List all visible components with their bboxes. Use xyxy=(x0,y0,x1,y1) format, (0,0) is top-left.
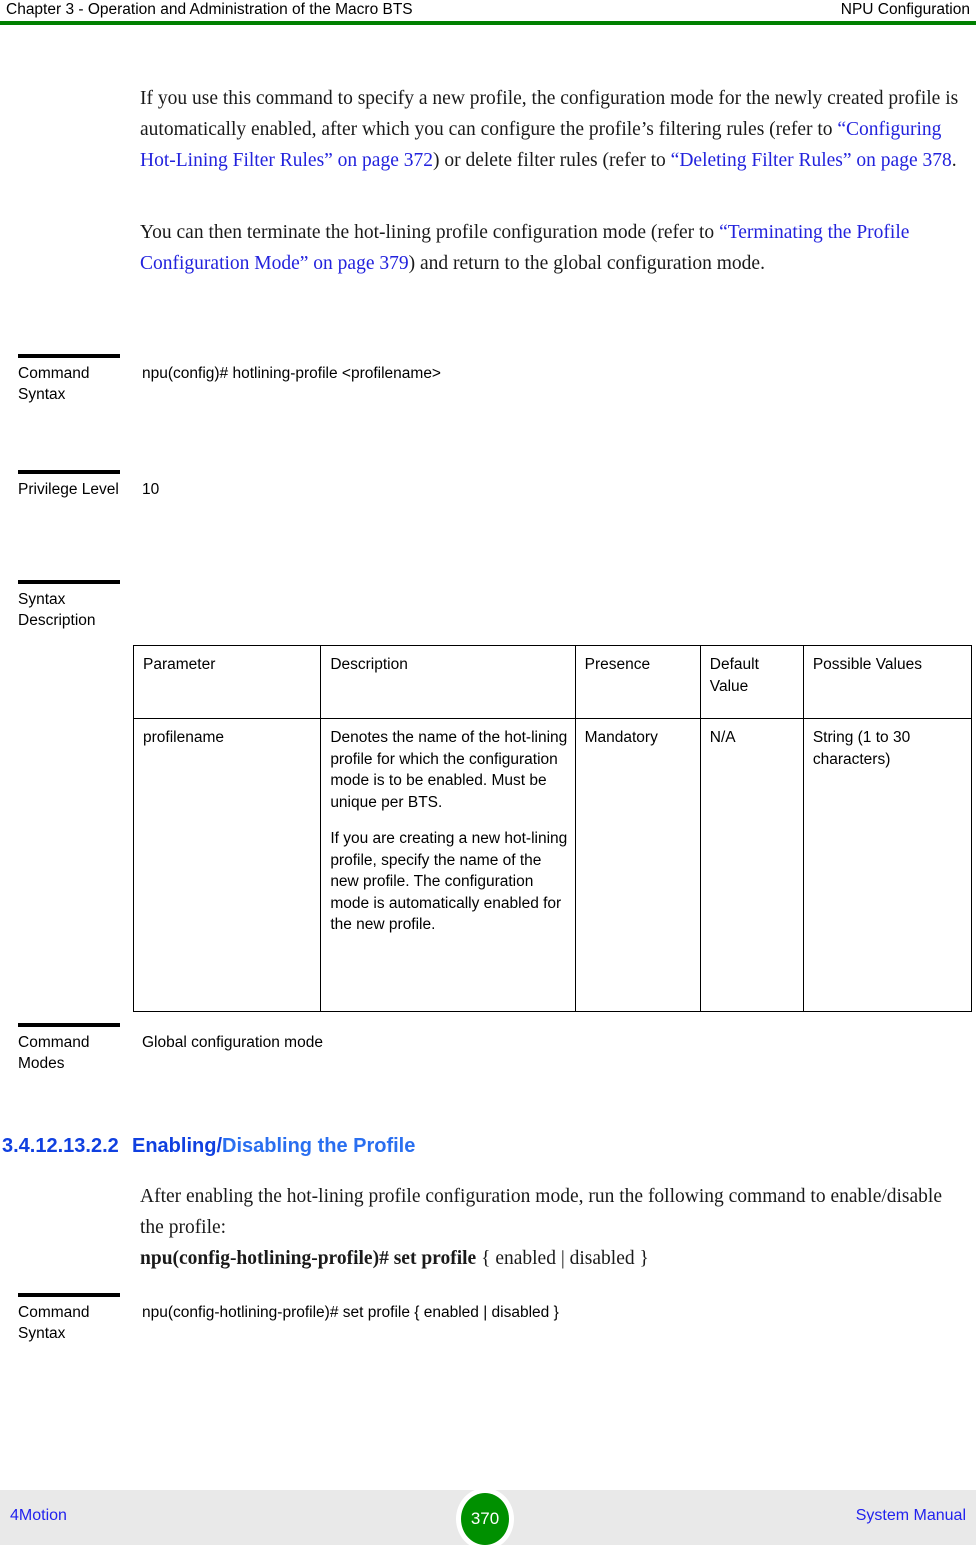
cell-presence: Mandatory xyxy=(574,718,701,1012)
paragraph-enable-disable: After enabling the hot-lining profile co… xyxy=(140,1181,970,1274)
block-label-command-syntax: Command Syntax xyxy=(18,1304,90,1342)
command-line-arguments: { enabled | disabled } xyxy=(481,1248,649,1269)
cell-default-value: N/A xyxy=(699,718,804,1012)
page-header: Chapter 3 - Operation and Administration… xyxy=(0,0,976,27)
paragraph-new-profile: If you use this command to specify a new… xyxy=(140,83,970,176)
block-value-command-modes: Global configuration mode xyxy=(142,1034,323,1051)
table-header-row: Parameter Description Presence Default V… xyxy=(132,645,973,719)
paragraph-1-text-1: If you use this command to specify a new… xyxy=(140,88,959,140)
block-value-privilege-level: 10 xyxy=(142,481,160,498)
block-value-command-syntax: npu(config-hotlining-profile)# set profi… xyxy=(142,1304,559,1321)
page-number-value: 370 xyxy=(461,1493,509,1545)
cell-description-paragraph-1: Denotes the name of the hot-lining profi… xyxy=(330,729,568,811)
link-deleting-filter-rules[interactable]: “Deleting Filter Rules” on page 378 xyxy=(671,150,952,171)
block-rule xyxy=(18,470,120,474)
section-title-part-2: Disabling the Profile xyxy=(222,1135,416,1157)
column-header-default-value: Default Value xyxy=(699,645,804,719)
command-line-keyword: npu(config-hotlining-profile)# set profi… xyxy=(140,1248,477,1269)
block-label-command-syntax: Command Syntax xyxy=(18,365,90,403)
section-number: 3.4.12.13.2.2 xyxy=(2,1135,119,1157)
header-divider-rule xyxy=(0,21,976,25)
block-rule xyxy=(18,354,120,358)
page-number-badge: 370 xyxy=(456,1488,514,1550)
footer-product-name[interactable]: 4Motion xyxy=(10,1507,67,1525)
footer-manual-name[interactable]: System Manual xyxy=(856,1507,966,1525)
cell-description: Denotes the name of the hot-lining profi… xyxy=(320,718,576,1012)
block-value-command-syntax: npu(config)# hotlining-profile <profilen… xyxy=(142,365,441,382)
parameter-table: Parameter Description Presence Default V… xyxy=(132,645,973,1012)
paragraph-3-text-1: After enabling the hot-lining profile co… xyxy=(140,1186,942,1238)
cell-parameter: profilename xyxy=(132,718,322,1012)
block-label-command-modes: Command Modes xyxy=(18,1034,90,1072)
block-rule xyxy=(18,1023,120,1027)
block-rule xyxy=(18,580,120,584)
table-row: profilename Denotes the name of the hot-… xyxy=(132,718,973,1012)
cell-description-paragraph-2: If you are creating a new hot-lining pro… xyxy=(330,830,568,933)
paragraph-2-text-2: ) and return to the global configuration… xyxy=(408,253,765,274)
column-header-presence: Presence xyxy=(574,645,701,719)
paragraph-terminate-mode: You can then terminate the hot-lining pr… xyxy=(140,217,970,279)
block-label-privilege-level: Privilege Level xyxy=(18,481,119,498)
header-chapter-title: Chapter 3 - Operation and Administration… xyxy=(6,1,413,18)
column-header-parameter: Parameter xyxy=(132,645,322,719)
block-label-syntax-description: Syntax Description xyxy=(18,591,96,629)
paragraph-1-text-2: ) or delete filter rules (refer to xyxy=(433,150,671,171)
header-section-title: NPU Configuration xyxy=(840,1,970,18)
paragraph-2-text-1: You can then terminate the hot-lining pr… xyxy=(140,222,720,243)
block-rule xyxy=(18,1293,120,1297)
cell-possible-values: String (1 to 30 characters) xyxy=(802,718,973,1012)
column-header-possible-values: Possible Values xyxy=(802,645,973,719)
command-line-set-profile: npu(config-hotlining-profile)# set profi… xyxy=(140,1248,649,1269)
column-header-description: Description xyxy=(320,645,576,719)
section-title-part-1: Enabling/ xyxy=(132,1135,222,1157)
section-heading: 3.4.12.13.2.2 Enabling/Disabling the Prof… xyxy=(2,1135,962,1158)
paragraph-1-text-3: . xyxy=(951,150,957,171)
